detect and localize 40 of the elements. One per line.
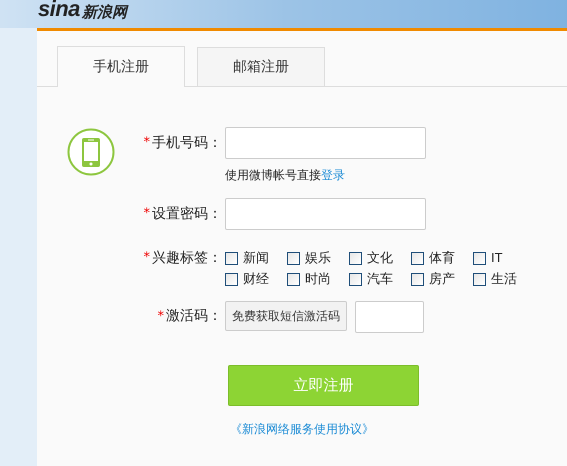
input-field[interactable] [225, 198, 426, 230]
field-label: 设置密码： [152, 204, 222, 224]
hint-text: 使用微博帐号直接登录 [225, 167, 346, 183]
checkbox[interactable] [473, 272, 486, 286]
phone-icon [66, 128, 114, 176]
checkbox-label: 时尚 [305, 270, 331, 288]
field-label: 手机号码： [152, 134, 222, 152]
tab[interactable]: 邮箱注册 [197, 47, 325, 87]
checkbox[interactable] [287, 252, 300, 264]
field-label: 兴趣标签： [152, 248, 222, 268]
checkbox[interactable] [225, 252, 238, 264]
logo-text: 新浪网 [82, 4, 127, 20]
checkbox[interactable] [473, 252, 486, 264]
input-field[interactable] [225, 127, 426, 159]
checkbox[interactable] [225, 272, 238, 286]
required-mark: * [144, 134, 150, 152]
checkbox-label: IT [491, 249, 503, 268]
logo-text: sina [38, 0, 80, 20]
checkbox-label: 新闻 [243, 249, 269, 268]
checkbox-label: 财经 [243, 270, 269, 288]
required-mark: * [144, 249, 150, 268]
get-code-button[interactable]: 免费获取短信激活码 [225, 301, 347, 331]
checkbox-label: 生活 [491, 270, 517, 288]
checkbox[interactable] [287, 272, 300, 286]
field-label: 激活码： [166, 307, 222, 326]
checkbox-label: 体育 [429, 249, 455, 268]
checkbox[interactable] [349, 252, 362, 264]
checkbox[interactable] [349, 272, 362, 286]
checkbox-label: 房产 [429, 270, 455, 288]
checkbox[interactable] [411, 272, 424, 286]
agreement-link[interactable]: 《新浪网络服务使用协议》 [230, 420, 535, 438]
checkbox[interactable] [411, 252, 424, 264]
tab[interactable]: 手机注册 [57, 46, 185, 87]
required-mark: * [158, 308, 164, 326]
checkbox-label: 娱乐 [305, 249, 331, 268]
checkbox-label: 汽车 [367, 270, 393, 288]
checkbox-label: 文化 [367, 249, 393, 268]
required-mark: * [144, 205, 150, 224]
input-field[interactable] [355, 301, 424, 333]
login-link[interactable]: 登录 [321, 168, 345, 182]
